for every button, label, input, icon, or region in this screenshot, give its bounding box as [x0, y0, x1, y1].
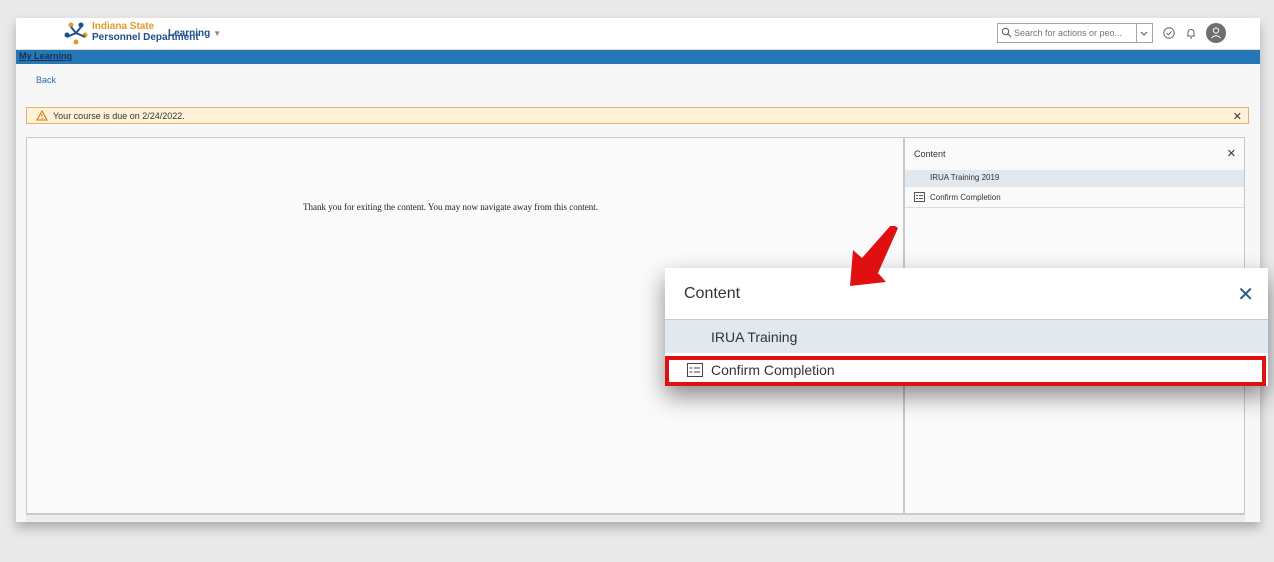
panel-item-label: Confirm Completion — [930, 193, 1001, 202]
breadcrumb-bar: My Learning — [16, 50, 1260, 64]
search-input[interactable] — [1014, 26, 1132, 40]
highlight-box — [665, 356, 1266, 386]
exit-message: Thank you for exiting the content. You m… — [303, 202, 598, 212]
chevron-down-icon — [1140, 31, 1148, 36]
search-box[interactable] — [997, 23, 1137, 43]
zoom-panel-title: Content — [684, 285, 741, 302]
footer-bar — [26, 514, 1245, 522]
zoom-item-label: IRUA Training — [711, 329, 798, 345]
my-learning-link[interactable]: My Learning — [19, 51, 72, 61]
learning-menu[interactable]: Learning ▼ — [168, 28, 221, 39]
back-link[interactable]: Back — [36, 75, 56, 85]
top-header: Indiana State Personnel Department Learn… — [16, 18, 1260, 50]
warning-icon — [36, 110, 48, 121]
panel-item-training[interactable]: IRUA Training 2019 — [905, 170, 1244, 187]
notification-bell-icon[interactable] — [1184, 26, 1198, 40]
alert-message: Your course is due on 2/24/2022. — [53, 111, 185, 121]
user-icon — [1211, 27, 1221, 39]
state-logo-icon — [64, 22, 88, 45]
zoom-item-training[interactable]: IRUA Training — [665, 320, 1268, 353]
user-avatar[interactable] — [1206, 23, 1226, 43]
checklist-icon — [914, 192, 925, 202]
panel-item-label: IRUA Training 2019 — [930, 173, 1000, 182]
due-date-alert: Your course is due on 2/24/2022. ✕ — [26, 107, 1249, 124]
search-scope-dropdown[interactable] — [1137, 23, 1153, 43]
panel-title: Content — [914, 149, 946, 159]
learning-menu-label: Learning — [168, 28, 211, 39]
close-icon[interactable]: ✕ — [1233, 110, 1242, 123]
search-icon — [1001, 27, 1012, 38]
red-arrow-icon — [850, 226, 898, 286]
chevron-down-icon: ▼ — [213, 29, 222, 38]
approvals-check-icon[interactable] — [1162, 26, 1176, 40]
panel-item-confirm-completion[interactable]: Confirm Completion — [905, 188, 1244, 208]
close-icon[interactable]: ✕ — [1227, 147, 1236, 160]
close-icon[interactable]: ✕ — [1237, 282, 1254, 307]
